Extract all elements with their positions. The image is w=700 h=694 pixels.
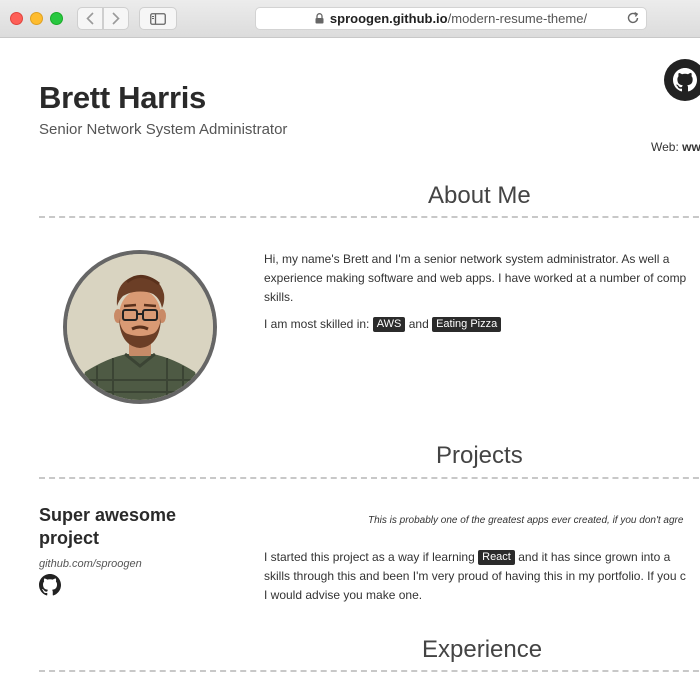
project-github-link[interactable] [39,574,61,601]
resume-job-title: Senior Network System Administrator [39,121,288,138]
skills-joiner: and [408,317,429,331]
sidebar-toggle-button[interactable] [139,7,177,30]
project-tech-tag: React [478,550,515,565]
project-desc-line-3: I would advise you make one. [264,588,423,602]
about-line-2: experience making software and web apps.… [264,271,687,285]
avatar [63,250,217,404]
resume-name: Brett Harris [39,80,206,115]
project-title: Super awesome project [39,505,177,548]
about-line-1: Hi, my name's Brett and I'm a senior net… [264,252,670,266]
back-button[interactable] [77,7,103,30]
project-description: I started this project as a way if learn… [264,548,700,605]
reload-icon[interactable] [626,11,640,25]
chevron-right-icon [112,12,120,25]
chevron-left-icon [86,12,94,25]
project-desc-line-1: I started this project as a way if learn… [264,548,700,567]
about-divider [39,216,700,218]
projects-heading: Projects [436,442,523,469]
github-icon [39,574,61,596]
projects-divider [39,477,700,479]
minimize-window-button[interactable] [30,12,43,25]
about-text: Hi, my name's Brett and I'm a senior net… [264,250,700,307]
close-window-button[interactable] [10,12,23,25]
project-desc-line-2: skills through this and been I'm very pr… [264,569,686,583]
website-label: Web: [651,140,679,154]
forward-button[interactable] [103,7,129,30]
url-host: sproogen.github.io [329,11,448,26]
project-repo-link[interactable]: github.com/sproogen [39,558,142,570]
browser-toolbar: sproogen.github.io/modern-resume-theme/ [0,0,700,38]
url-path: /modern-resume-theme/ [447,11,588,26]
github-profile-link[interactable] [664,59,700,101]
experience-divider [39,670,700,672]
skill-tag-aws: AWS [372,317,406,332]
lock-icon [315,13,324,24]
website-info: Web: ww [651,140,700,154]
skills-line: I am most skilled in: AWS and Eating Piz… [264,315,700,334]
skill-tag-pizza: Eating Pizza [432,317,502,332]
zoom-window-button[interactable] [50,12,63,25]
github-icon [673,68,697,92]
website-link[interactable]: ww [682,140,700,154]
experience-heading: Experience [422,636,543,663]
about-heading: About Me [428,182,531,209]
project-desc-suffix: and it has since grown into a [518,550,671,564]
project-quote: This is probably one of the greatest app… [368,515,684,526]
about-line-3: skills. [264,290,294,304]
address-bar[interactable]: sproogen.github.io/modern-resume-theme/ [255,7,647,30]
sidebar-icon [150,12,166,25]
skills-prefix: I am most skilled in: [264,317,370,331]
project-desc-prefix: I started this project as a way if learn… [264,550,475,564]
